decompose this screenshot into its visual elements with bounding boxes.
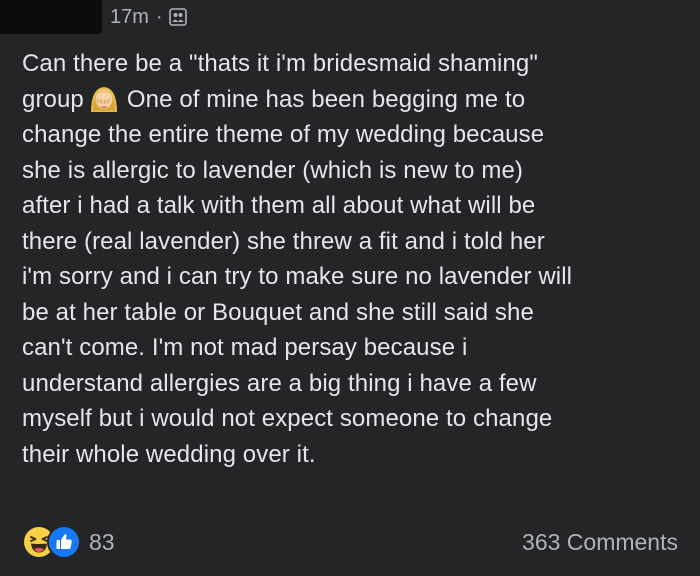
post-line-fragment: One of mine has been begging me to	[126, 85, 526, 113]
post-line: Can there be a "thats it i'm bridesmaid …	[22, 50, 538, 77]
post-line: can't come. I'm not mad persay because i	[22, 334, 468, 361]
post-line-with-emoji: group One of mine has been begging me to	[22, 82, 692, 118]
reactions-summary[interactable]: 83	[22, 525, 115, 559]
post-line: understand allergies are a big thing i h…	[22, 369, 537, 397]
meta-separator: ·	[155, 5, 163, 28]
post-line: myself but i would not expect someone to…	[22, 405, 553, 432]
post-footer: 83 363 Comments	[22, 522, 678, 562]
post-timestamp[interactable]: 17m	[110, 6, 149, 29]
post-line: i'm sorry and i can try to make sure no …	[22, 263, 573, 290]
comments-count-link[interactable]: 363 Comments	[522, 529, 678, 556]
post-line: after i had a talk with them all about w…	[22, 192, 536, 219]
post-line: their whole wedding over it.	[22, 440, 316, 468]
friends-audience-icon[interactable]	[168, 8, 187, 26]
post-line: be at her table or Bouquet and she still…	[22, 298, 534, 326]
like-reaction-icon	[47, 525, 81, 559]
reaction-count: 83	[89, 528, 115, 555]
post-line: she is allergic to lavender (which is ne…	[22, 156, 524, 184]
post-line: change the entire theme of my wedding be…	[22, 121, 545, 148]
redacted-author-area	[0, 0, 102, 34]
post-line-fragment: group	[22, 85, 84, 113]
face-palm-emoji-icon	[87, 82, 121, 114]
post-line: there (real lavender) she threw a fit an…	[22, 227, 545, 255]
post-body: Can there be a "thats it i'm bridesmaid …	[22, 46, 692, 472]
post-meta: 17m ·	[110, 3, 187, 31]
